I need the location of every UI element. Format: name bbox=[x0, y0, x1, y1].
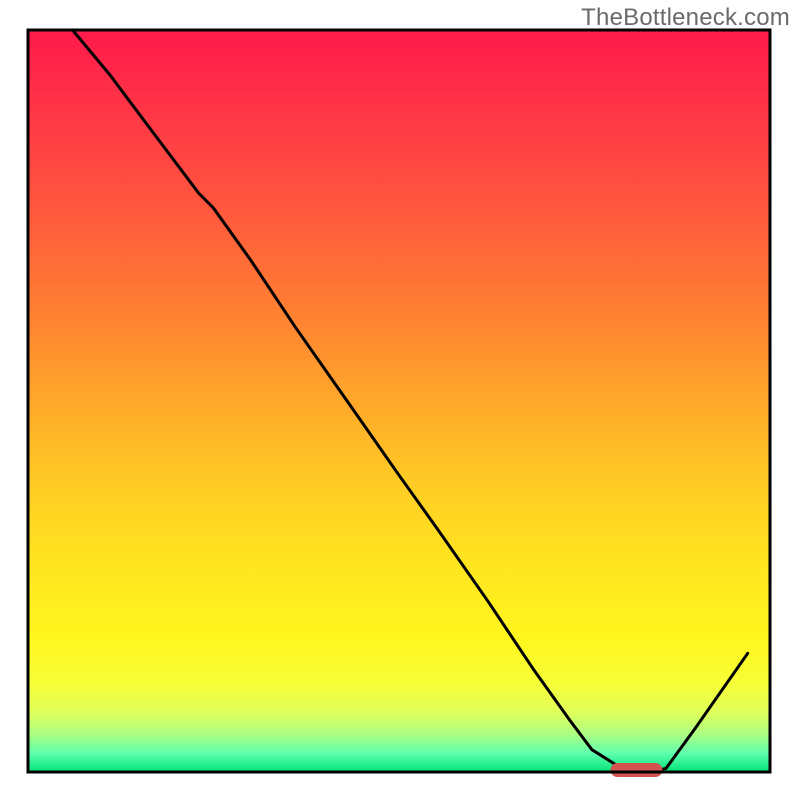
chart-root: TheBottleneck.com bbox=[0, 0, 800, 800]
chart-svg bbox=[0, 0, 800, 800]
gradient-background bbox=[28, 30, 770, 772]
optimal-range-marker bbox=[611, 763, 663, 777]
